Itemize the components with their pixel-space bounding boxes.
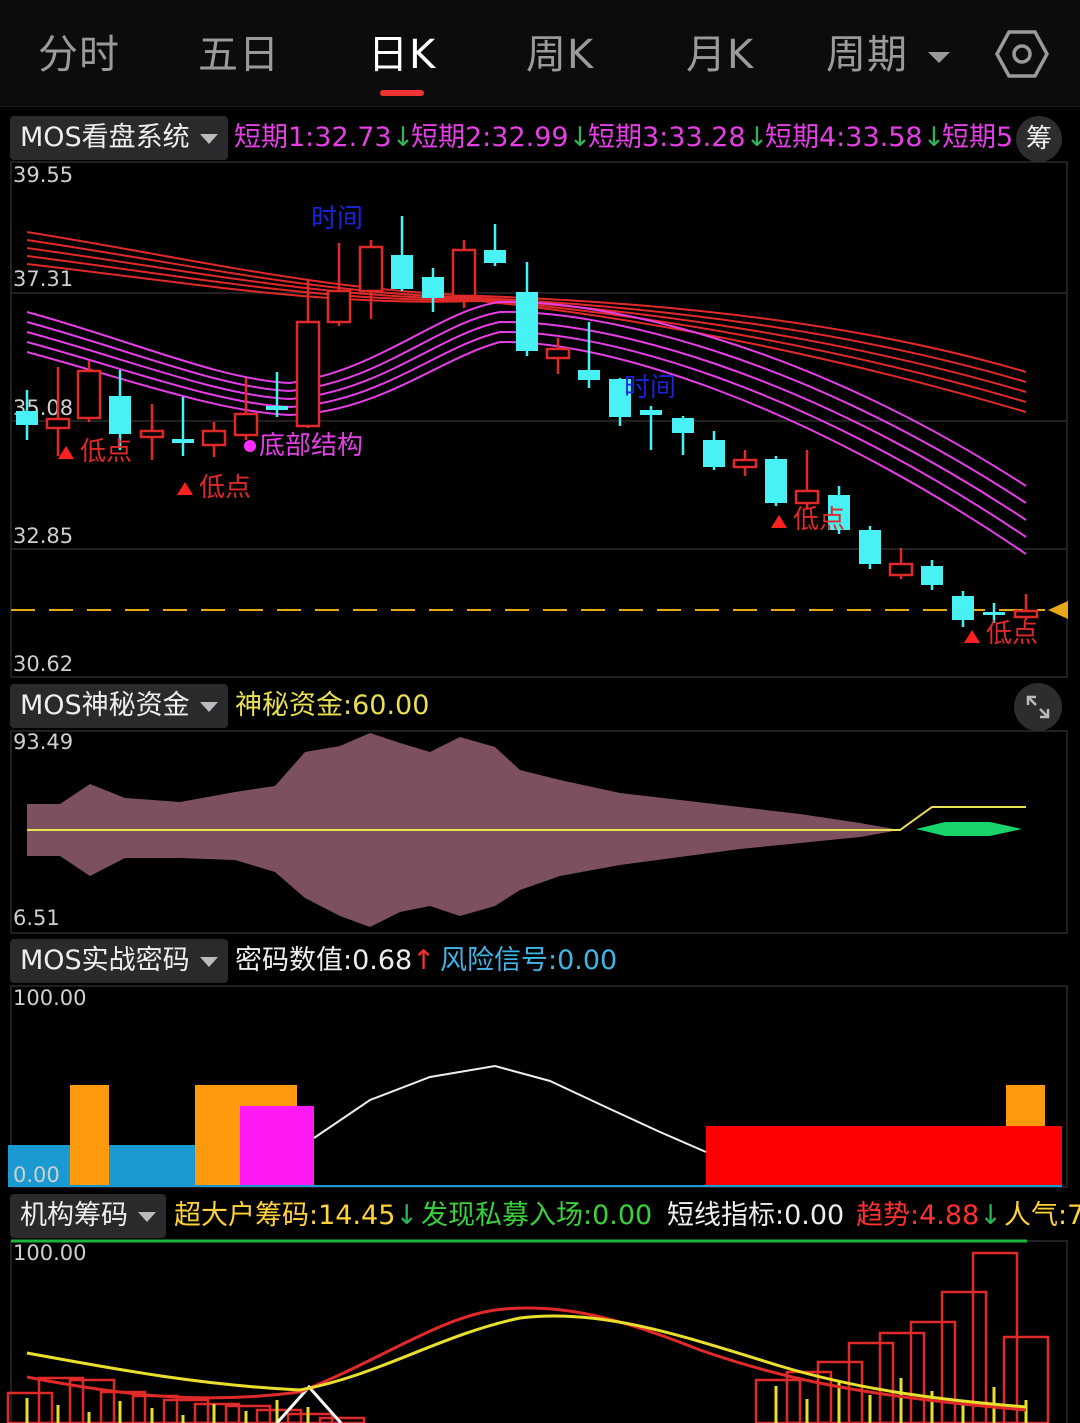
trend-line-red	[26, 1306, 1027, 1412]
institution-chips-chart	[6, 1239, 1068, 1423]
chip-bar	[754, 1378, 802, 1423]
chip-bar	[6, 1391, 54, 1423]
chip-bar	[224, 1404, 272, 1423]
chip-bar	[318, 1416, 366, 1423]
